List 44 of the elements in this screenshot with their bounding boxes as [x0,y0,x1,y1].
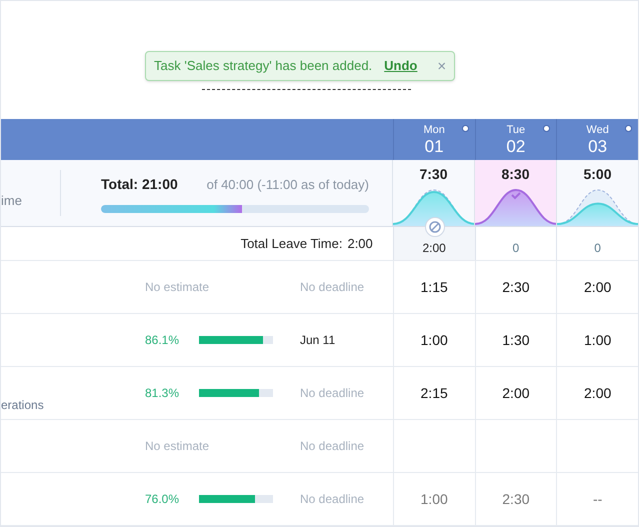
total-hours: Total: 21:00 [101,174,178,194]
day-number: 01 [424,137,444,157]
day-name: Wed [586,123,609,137]
day-summary-cell[interactable]: 8:30 [474,160,556,226]
time-cell[interactable]: -- [556,473,638,525]
deadline: No deadline [300,491,364,508]
time-cell[interactable]: 2:00 [556,261,638,313]
day-summary-cell[interactable]: 5:00 [556,160,638,226]
estimate-text: No estimate [145,438,210,455]
progress-percent: 81.3% [145,385,180,402]
time-cell[interactable]: 2:30 [474,261,556,313]
leave-time: 0 [512,240,520,256]
day-hours: 5:00 [583,166,612,182]
day-name: Tue [506,123,526,137]
progress-percent: 86.1% [145,332,180,349]
leave-total: 2:00 [347,234,373,253]
time-cell[interactable]: 2:00 [556,367,638,419]
time-cell[interactable]: 1:00 [392,473,475,525]
day-hours: 8:30 [501,166,530,182]
time-cell[interactable]: 1:00 [556,314,638,366]
day-number: 03 [588,137,608,157]
undo-link[interactable]: Undo [384,56,418,76]
deadline: No deadline [300,438,364,455]
day-name: Mon [423,123,445,137]
leave-time: 0 [594,240,601,256]
progress-percent: 76.0% [145,491,180,508]
deadline: No deadline [300,385,364,402]
leave-time: 2:00 [422,240,446,256]
deadline: Jun 11 [300,332,336,349]
time-cell[interactable]: 2:15 [392,367,475,419]
time-cell[interactable]: 1:15 [392,261,475,313]
time-cell[interactable]: 2:00 [474,367,556,419]
task-title: erations [1,397,44,414]
summary-label: ime [1,192,22,210]
leave-label: Total Leave Time: [240,234,342,253]
time-cell[interactable]: 1:00 [392,314,475,366]
time-cell[interactable]: 2:30 [474,473,556,525]
time-cell[interactable]: 1:30 [474,314,556,366]
total-target: of 40:00 (-11:00 as of today) [206,176,369,194]
toast-message: Task 'Sales strategy' has been added. [154,57,372,76]
day-hours: 7:30 [419,166,448,182]
deadline: No deadline [300,279,364,296]
day-number: 02 [506,137,526,157]
estimate-text: No estimate [145,279,210,296]
